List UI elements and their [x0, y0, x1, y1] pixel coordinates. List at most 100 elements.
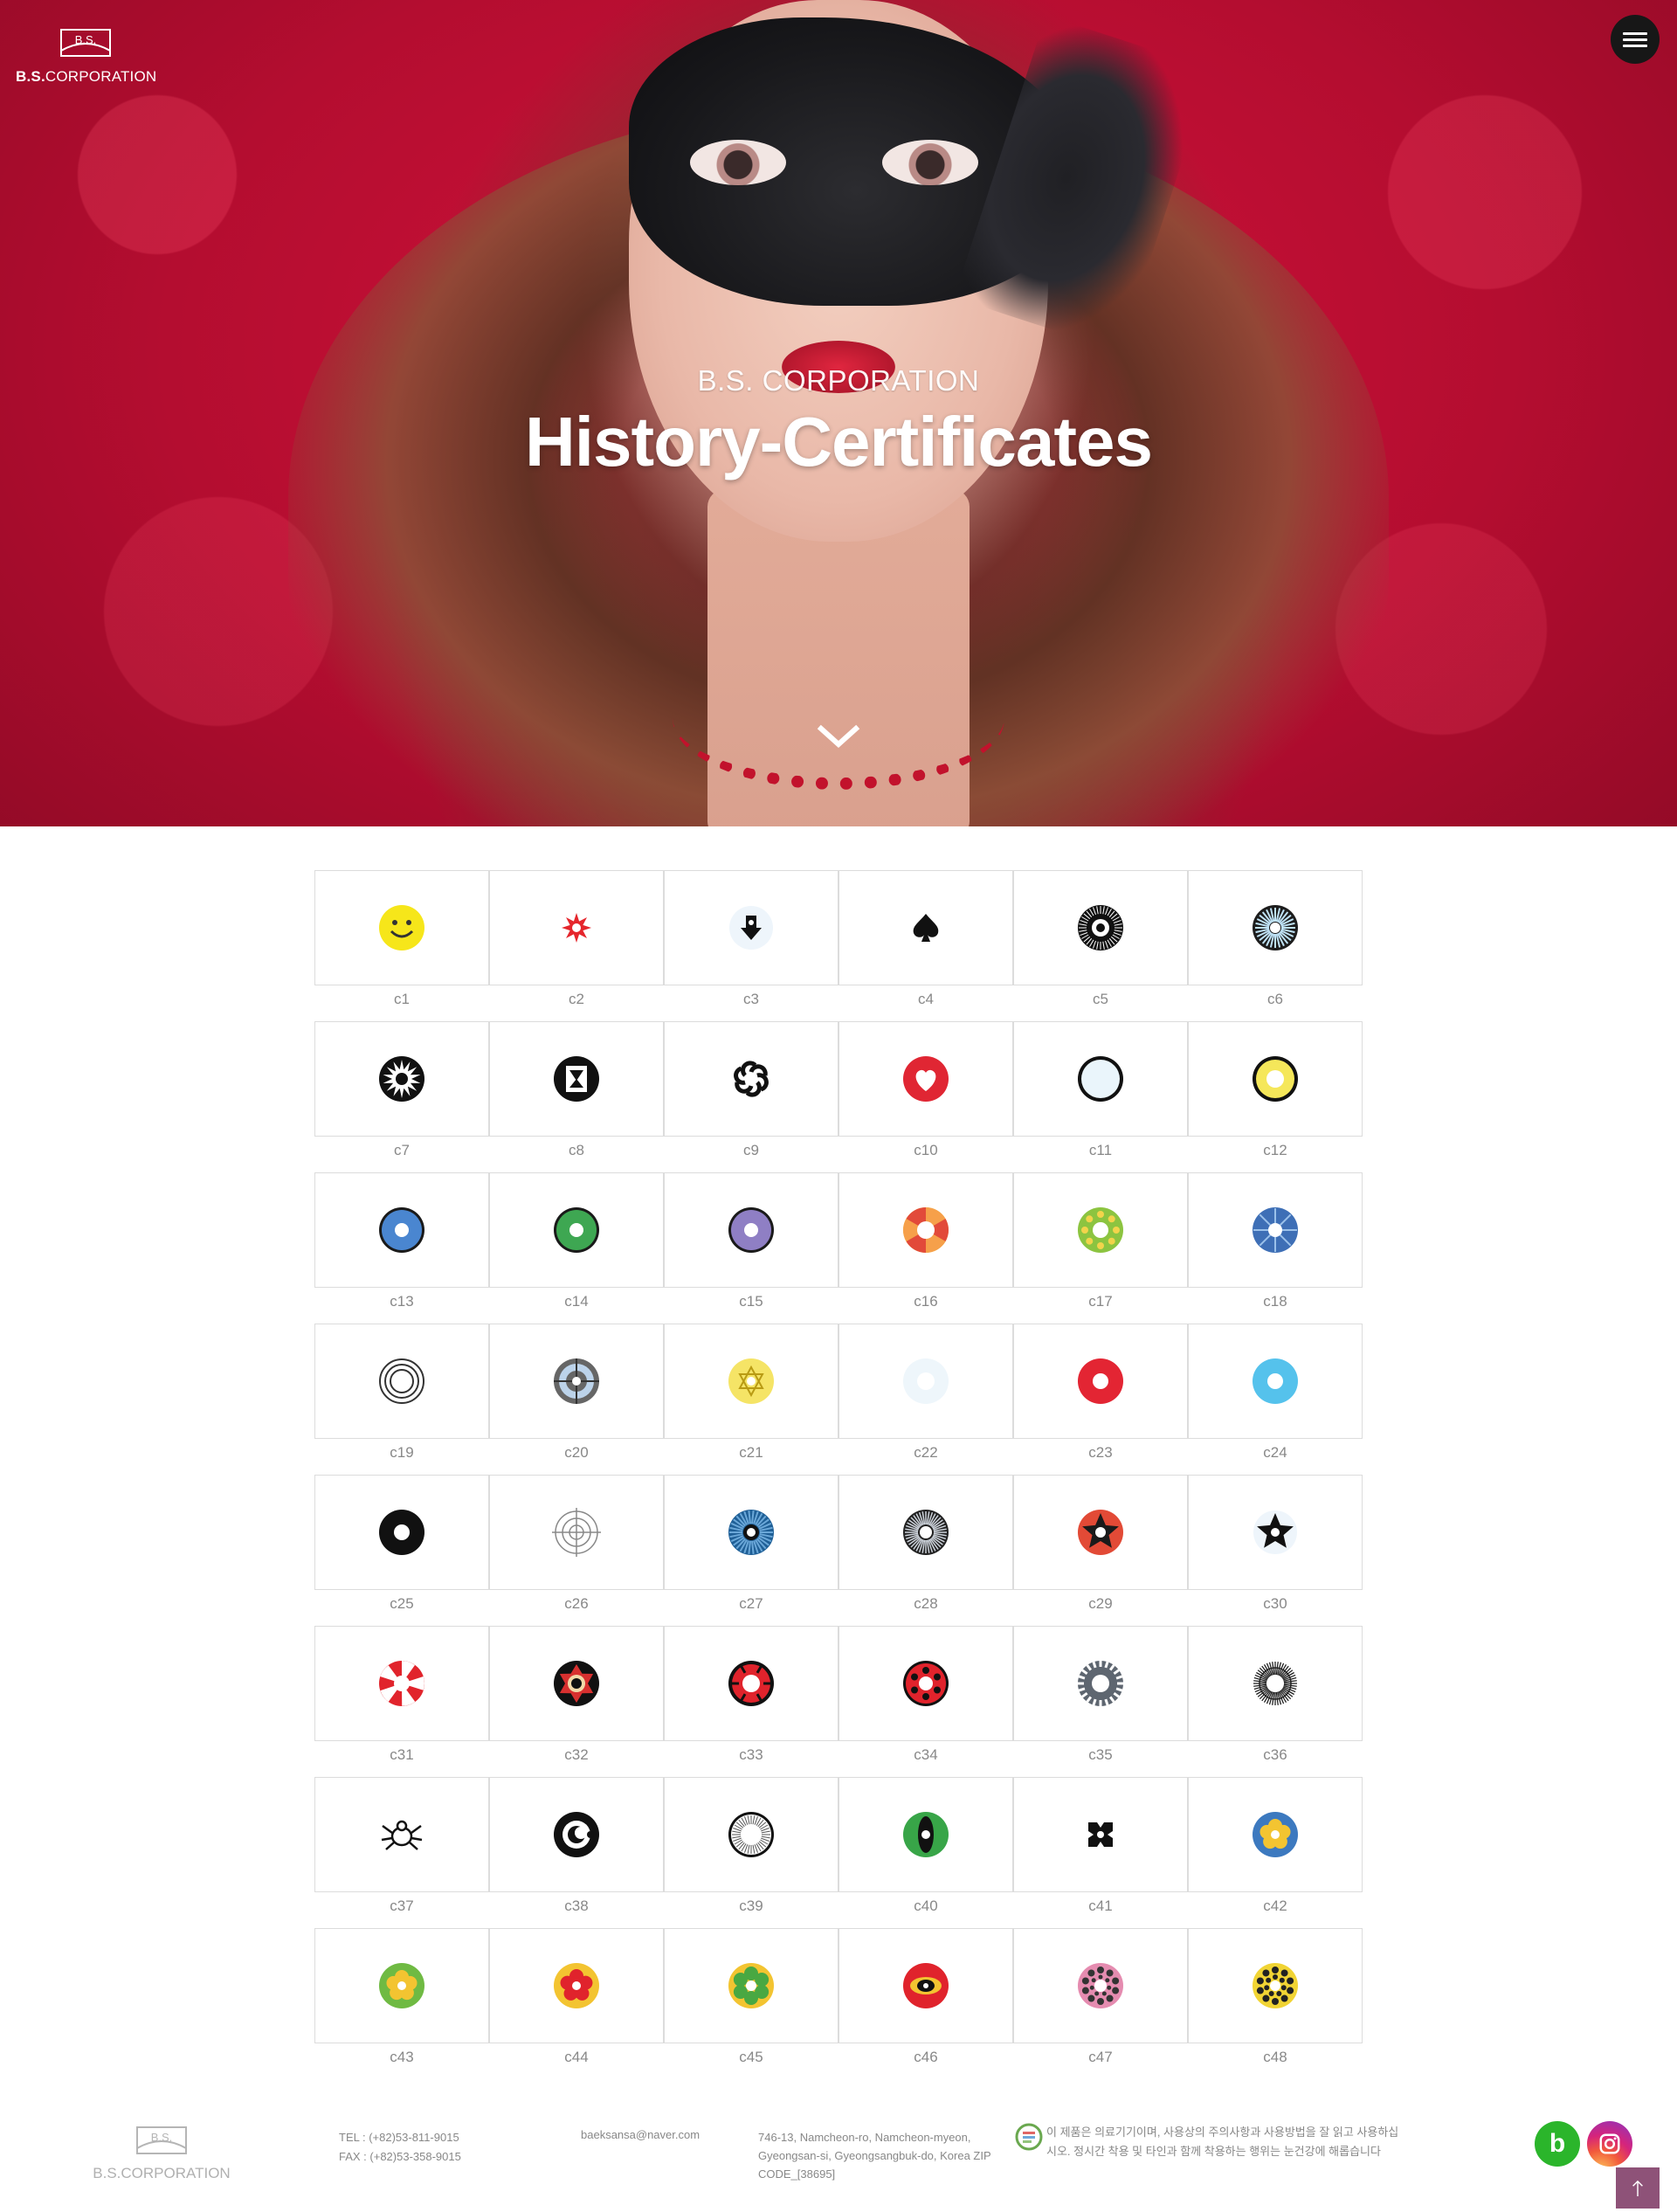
site-logo[interactable]: B.S. B.S.CORPORATION: [16, 24, 156, 86]
certificate-thumbnail[interactable]: [1013, 1626, 1188, 1741]
certificate-thumbnail[interactable]: [1013, 1777, 1188, 1892]
certificate-thumbnail[interactable]: [489, 1475, 664, 1590]
certificate-thumbnail[interactable]: [489, 1021, 664, 1137]
back-to-top-button[interactable]: [1616, 2167, 1660, 2209]
certificate-item[interactable]: c4: [838, 870, 1013, 1021]
certificate-item[interactable]: c25: [314, 1475, 489, 1626]
certificate-item[interactable]: c18: [1188, 1172, 1363, 1324]
footer-email[interactable]: baeksansa@naver.com: [581, 2128, 700, 2141]
certificate-thumbnail[interactable]: [1013, 1324, 1188, 1439]
certificate-item[interactable]: c16: [838, 1172, 1013, 1324]
certificate-item[interactable]: c31: [314, 1626, 489, 1777]
certificate-thumbnail[interactable]: [1013, 870, 1188, 985]
certificate-item[interactable]: c27: [664, 1475, 838, 1626]
certificate-item[interactable]: c15: [664, 1172, 838, 1324]
certificate-thumbnail[interactable]: [838, 1626, 1013, 1741]
certificate-item[interactable]: c33: [664, 1626, 838, 1777]
certificate-thumbnail[interactable]: [1013, 1928, 1188, 2043]
certificate-item[interactable]: c2: [489, 870, 664, 1021]
certificate-item[interactable]: c12: [1188, 1021, 1363, 1172]
certificate-item[interactable]: c10: [838, 1021, 1013, 1172]
certificate-thumbnail[interactable]: [489, 1324, 664, 1439]
certificate-item[interactable]: c30: [1188, 1475, 1363, 1626]
certificate-item[interactable]: c5: [1013, 870, 1188, 1021]
certificate-thumbnail[interactable]: [1188, 1626, 1363, 1741]
certificate-thumbnail[interactable]: [314, 1172, 489, 1288]
certificate-item[interactable]: c47: [1013, 1928, 1188, 2079]
certificate-thumbnail[interactable]: [489, 1928, 664, 2043]
certificate-thumbnail[interactable]: [838, 1475, 1013, 1590]
certificate-thumbnail[interactable]: [1188, 870, 1363, 985]
certificate-item[interactable]: c26: [489, 1475, 664, 1626]
certificate-thumbnail[interactable]: [838, 870, 1013, 985]
certificate-thumbnail[interactable]: [664, 1475, 838, 1590]
certificate-item[interactable]: c36: [1188, 1626, 1363, 1777]
certificate-thumbnail[interactable]: [1188, 1777, 1363, 1892]
certificate-item[interactable]: c7: [314, 1021, 489, 1172]
menu-button[interactable]: [1611, 15, 1660, 64]
certificate-thumbnail[interactable]: [838, 1172, 1013, 1288]
certificate-item[interactable]: c19: [314, 1324, 489, 1475]
certificate-thumbnail[interactable]: [1188, 1475, 1363, 1590]
certificate-item[interactable]: c20: [489, 1324, 664, 1475]
certificate-thumbnail[interactable]: [664, 870, 838, 985]
certificate-thumbnail[interactable]: [489, 1777, 664, 1892]
certificate-item[interactable]: c42: [1188, 1777, 1363, 1928]
certificate-thumbnail[interactable]: [664, 1777, 838, 1892]
certificate-item[interactable]: c24: [1188, 1324, 1363, 1475]
certificate-item[interactable]: c39: [664, 1777, 838, 1928]
certificate-item[interactable]: c23: [1013, 1324, 1188, 1475]
certificate-item[interactable]: c44: [489, 1928, 664, 2079]
certificate-item[interactable]: c43: [314, 1928, 489, 2079]
certificate-item[interactable]: c17: [1013, 1172, 1188, 1324]
certificate-item[interactable]: c11: [1013, 1021, 1188, 1172]
certificate-item[interactable]: c29: [1013, 1475, 1188, 1626]
blog-button[interactable]: b: [1535, 2121, 1580, 2167]
certificate-item[interactable]: c32: [489, 1626, 664, 1777]
certificate-item[interactable]: c22: [838, 1324, 1013, 1475]
certificate-thumbnail[interactable]: [489, 870, 664, 985]
certificate-item[interactable]: c35: [1013, 1626, 1188, 1777]
certificate-thumbnail[interactable]: [314, 870, 489, 985]
certificate-item[interactable]: c41: [1013, 1777, 1188, 1928]
certificate-item[interactable]: c14: [489, 1172, 664, 1324]
certificate-item[interactable]: c48: [1188, 1928, 1363, 2079]
certificate-thumbnail[interactable]: [838, 1928, 1013, 2043]
certificate-item[interactable]: c38: [489, 1777, 664, 1928]
certificate-thumbnail[interactable]: [489, 1172, 664, 1288]
certificate-item[interactable]: c9: [664, 1021, 838, 1172]
certificate-item[interactable]: c13: [314, 1172, 489, 1324]
certificate-thumbnail[interactable]: [314, 1777, 489, 1892]
certificate-thumbnail[interactable]: [664, 1324, 838, 1439]
certificate-item[interactable]: c40: [838, 1777, 1013, 1928]
certificate-thumbnail[interactable]: [664, 1021, 838, 1137]
instagram-button[interactable]: [1587, 2121, 1632, 2167]
certificate-item[interactable]: c21: [664, 1324, 838, 1475]
certificate-item[interactable]: c46: [838, 1928, 1013, 2079]
certificate-thumbnail[interactable]: [838, 1021, 1013, 1137]
certificate-thumbnail[interactable]: [664, 1626, 838, 1741]
certificate-thumbnail[interactable]: [1188, 1324, 1363, 1439]
certificate-thumbnail[interactable]: [1013, 1475, 1188, 1590]
certificate-thumbnail[interactable]: [314, 1626, 489, 1741]
scroll-down-button[interactable]: [812, 718, 865, 753]
certificate-item[interactable]: c1: [314, 870, 489, 1021]
certificate-thumbnail[interactable]: [489, 1626, 664, 1741]
certificate-item[interactable]: c28: [838, 1475, 1013, 1626]
certificate-thumbnail[interactable]: [1188, 1928, 1363, 2043]
certificate-thumbnail[interactable]: [1188, 1172, 1363, 1288]
certificate-thumbnail[interactable]: [314, 1324, 489, 1439]
certificate-thumbnail[interactable]: [838, 1324, 1013, 1439]
certificate-item[interactable]: c34: [838, 1626, 1013, 1777]
certificate-item[interactable]: c8: [489, 1021, 664, 1172]
certificate-item[interactable]: c3: [664, 870, 838, 1021]
certificate-thumbnail[interactable]: [664, 1928, 838, 2043]
certificate-thumbnail[interactable]: [838, 1777, 1013, 1892]
certificate-thumbnail[interactable]: [314, 1021, 489, 1137]
footer-logo[interactable]: B.S. B.S.CORPORATION: [87, 2123, 236, 2182]
certificate-thumbnail[interactable]: [1188, 1021, 1363, 1137]
certificate-thumbnail[interactable]: [314, 1475, 489, 1590]
certificate-item[interactable]: c37: [314, 1777, 489, 1928]
certificate-thumbnail[interactable]: [1013, 1021, 1188, 1137]
certificate-thumbnail[interactable]: [664, 1172, 838, 1288]
